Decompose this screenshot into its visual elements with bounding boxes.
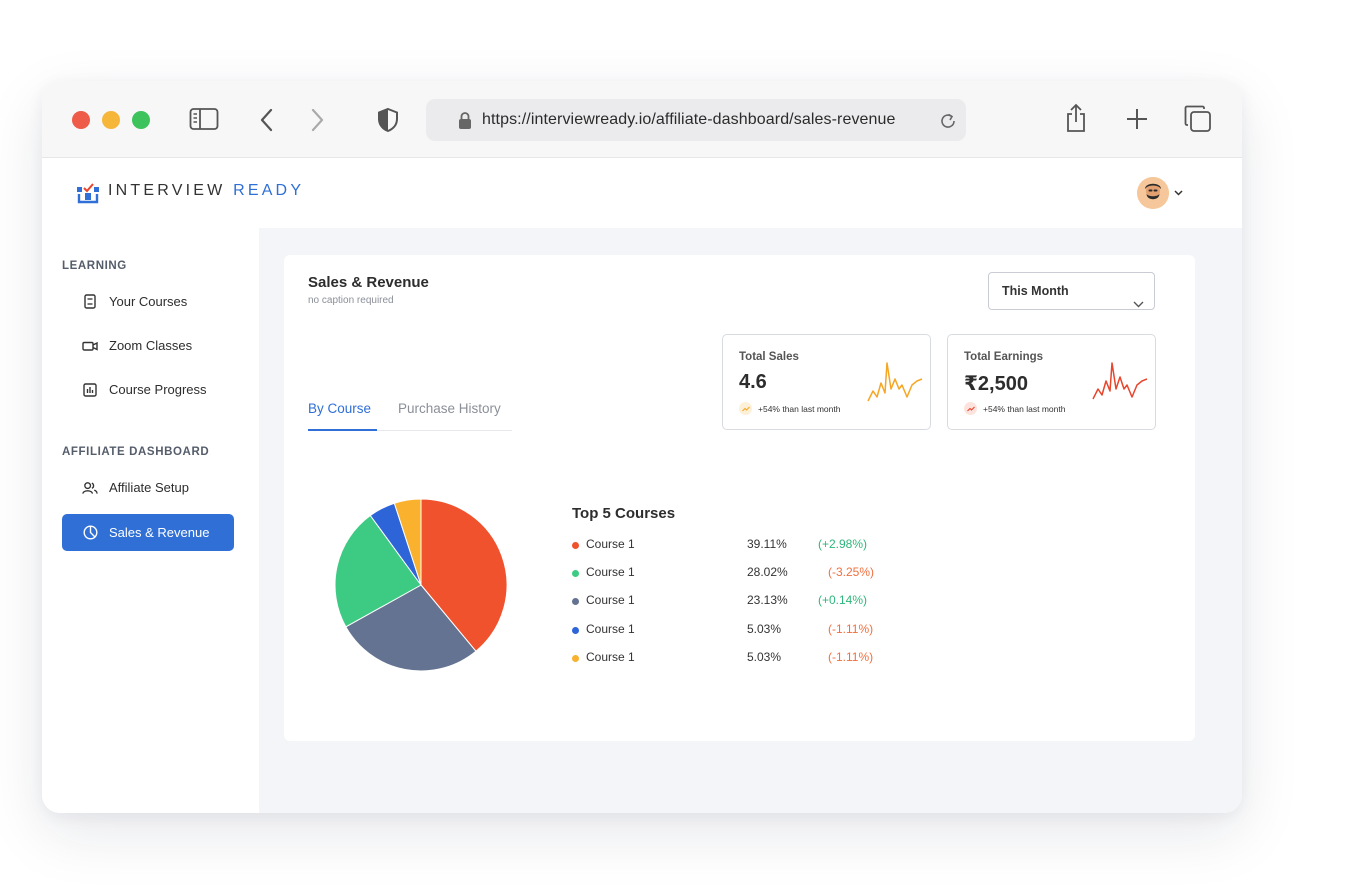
total-sales-label: Total Sales	[739, 351, 799, 363]
legend-dot	[572, 655, 579, 662]
total-earnings-label: Total Earnings	[964, 351, 1044, 363]
new-tab-icon[interactable]	[1125, 107, 1149, 131]
legend-course-name: Course 1	[586, 537, 635, 551]
sidebar-item-sales-revenue[interactable]: Sales & Revenue	[62, 514, 234, 551]
legend-row: Course 1 5.03% (-1.11%)	[572, 650, 892, 666]
total-earnings-trend: +54% than last month	[964, 402, 1065, 415]
maximize-window-button[interactable]	[132, 111, 150, 129]
close-window-button[interactable]	[72, 111, 90, 129]
tab-by-course[interactable]: By Course	[308, 401, 377, 431]
sidebar: LEARNING Your Courses Zoom Classes Cours…	[42, 228, 259, 813]
sidebar-toggle-icon[interactable]	[189, 107, 219, 131]
minimize-window-button[interactable]	[102, 111, 120, 129]
total-sales-card: Total Sales 4.6 +54% than last month	[722, 334, 931, 430]
back-icon[interactable]	[257, 107, 277, 133]
sidebar-item-affiliate-setup[interactable]: Affiliate Setup	[62, 469, 234, 506]
legend-course-percent: 5.03%	[747, 622, 782, 636]
legend-row: Course 1 28.02% (-3.25%)	[572, 565, 892, 581]
legend-dot	[572, 542, 579, 549]
trend-up-icon	[964, 402, 977, 415]
pie-chart-icon	[82, 525, 98, 541]
sidebar-item-your-courses[interactable]: Your Courses	[62, 283, 234, 320]
tab-purchase-history[interactable]: Purchase History	[398, 401, 501, 431]
legend-course-change: (-1.11%)	[828, 622, 874, 636]
affiliate-section-label: AFFILIATE DASHBOARD	[62, 446, 210, 458]
reload-icon[interactable]	[938, 111, 958, 131]
brand-name-part2: READY	[233, 182, 305, 199]
interview-ready-logo-icon[interactable]	[76, 182, 100, 204]
legend-row: Course 1 5.03% (-1.11%)	[572, 622, 892, 638]
book-icon	[82, 294, 98, 310]
brand-name[interactable]: INTERVIEW READY	[108, 182, 304, 200]
chevron-down-icon	[1133, 286, 1144, 322]
top-courses-title: Top 5 Courses	[572, 505, 676, 522]
tabs-icon[interactable]	[1184, 105, 1212, 133]
legend-course-change: (+0.14%)	[818, 593, 868, 607]
legend-course-percent: 28.02%	[747, 565, 788, 579]
legend-course-name: Course 1	[586, 565, 635, 579]
legend-dot	[572, 627, 579, 634]
legend-dot	[572, 570, 579, 577]
page-caption: no caption required	[308, 295, 394, 306]
sidebar-item-label: Your Courses	[109, 294, 188, 309]
sidebar-item-label: Course Progress	[109, 382, 207, 397]
sales-revenue-card: Sales & Revenue no caption required This…	[284, 255, 1195, 741]
sidebar-item-zoom-classes[interactable]: Zoom Classes	[62, 327, 234, 364]
legend-course-name: Course 1	[586, 622, 635, 636]
video-icon	[82, 338, 98, 354]
total-sales-trend: +54% than last month	[739, 402, 840, 415]
legend-row: Course 1 23.13% (+0.14%)	[572, 593, 892, 609]
address-bar[interactable]: https://interviewready.io/affiliate-dash…	[426, 99, 966, 141]
period-select[interactable]: This Month	[988, 272, 1155, 310]
legend-course-change: (+2.98%)	[818, 537, 868, 551]
total-earnings-sparkline	[1092, 362, 1148, 400]
legend-course-name: Course 1	[586, 650, 635, 664]
app-header: INTERVIEW READY	[42, 158, 1242, 228]
url-text: https://interviewready.io/affiliate-dash…	[482, 111, 896, 128]
page-title: Sales & Revenue	[308, 274, 429, 291]
trend-up-icon	[739, 402, 752, 415]
brand-name-part1: INTERVIEW	[108, 182, 226, 199]
view-tabs: By Course Purchase History	[308, 401, 512, 431]
sidebar-item-label: Affiliate Setup	[109, 480, 189, 495]
legend-course-percent: 23.13%	[747, 593, 788, 607]
users-icon	[82, 480, 98, 496]
lock-icon	[457, 110, 473, 130]
total-sales-value: 4.6	[739, 371, 767, 393]
legend-course-percent: 5.03%	[747, 650, 782, 664]
browser-toolbar: https://interviewready.io/affiliate-dash…	[42, 81, 1242, 158]
total-sales-sparkline	[867, 362, 923, 402]
sidebar-item-label: Sales & Revenue	[109, 525, 210, 540]
user-avatar[interactable]	[1137, 177, 1169, 209]
legend-course-percent: 39.11%	[747, 537, 787, 551]
forward-icon[interactable]	[307, 107, 327, 133]
total-earnings-value: ₹2,500	[964, 373, 1028, 395]
legend-course-change: (-3.25%)	[828, 565, 875, 579]
total-earnings-trend-text: +54% than last month	[983, 403, 1066, 414]
share-icon[interactable]	[1064, 103, 1088, 133]
shield-icon[interactable]	[376, 107, 400, 133]
period-select-value: This Month	[1002, 284, 1069, 298]
total-sales-trend-text: +54% than last month	[758, 403, 841, 414]
browser-window: https://interviewready.io/affiliate-dash…	[42, 81, 1242, 813]
legend-dot	[572, 598, 579, 605]
total-earnings-card: Total Earnings ₹2,500 +54% than last mon…	[947, 334, 1156, 430]
user-menu-chevron-icon[interactable]	[1173, 188, 1183, 198]
legend-row: Course 1 39.11% (+2.98%)	[572, 537, 892, 553]
sidebar-item-label: Zoom Classes	[109, 338, 193, 353]
learning-section-label: LEARNING	[62, 260, 127, 272]
legend-course-name: Course 1	[586, 593, 635, 607]
legend-course-change: (-1.11%)	[828, 650, 874, 664]
course-pie-chart	[334, 498, 508, 672]
sidebar-item-course-progress[interactable]: Course Progress	[62, 371, 234, 408]
bar-chart-icon	[82, 382, 98, 398]
